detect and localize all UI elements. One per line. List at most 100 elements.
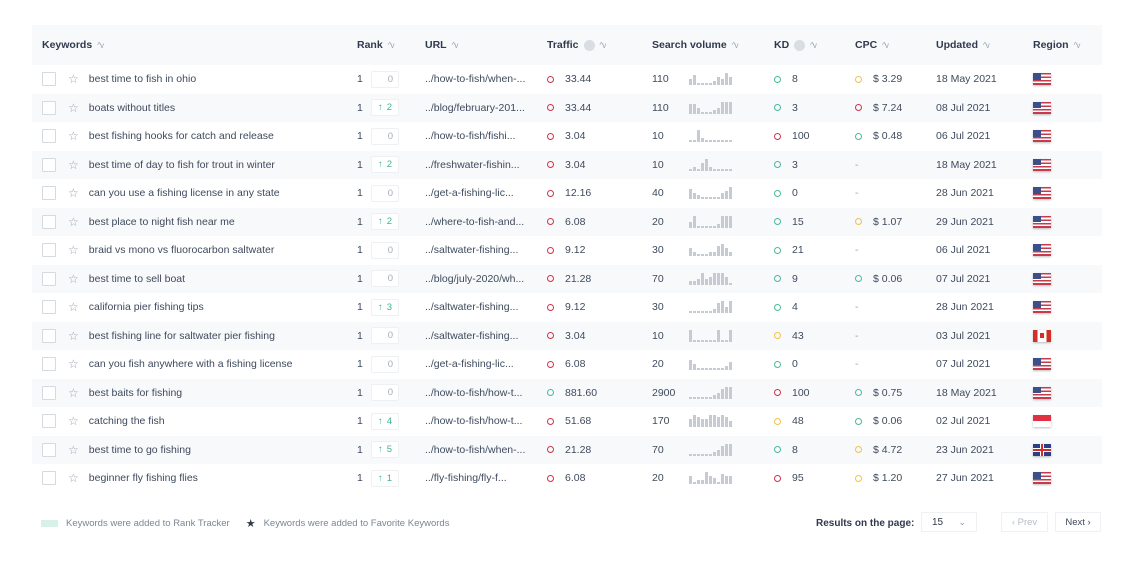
updated-date: 18 May 2021 <box>936 386 997 399</box>
column-header-updated[interactable]: Updated ^v <box>936 39 1033 51</box>
search-volume-value: 2900 <box>652 386 676 399</box>
row-checkbox[interactable] <box>42 357 56 372</box>
url-link[interactable]: ../get-a-fishing-lic... <box>425 187 547 199</box>
url-link[interactable]: ../get-a-fishing-lic... <box>425 358 547 370</box>
column-header-cpc[interactable]: CPC ^v <box>855 39 936 51</box>
star-outline-icon[interactable]: ☆ <box>68 102 79 114</box>
row-checkbox[interactable] <box>42 129 56 144</box>
url-link[interactable]: ../where-to-fish-and... <box>425 216 547 228</box>
row-checkbox[interactable] <box>42 271 56 286</box>
search-volume-value: 20 <box>652 215 664 228</box>
sort-icon[interactable]: ^v <box>732 41 739 50</box>
star-outline-icon[interactable]: ☆ <box>68 358 79 370</box>
sort-icon[interactable]: ^v <box>810 41 817 50</box>
url-link[interactable]: ../how-to-fish/when-... <box>425 444 547 456</box>
sort-icon[interactable]: ^v <box>983 41 990 50</box>
url-link[interactable]: ../saltwater-fishing... <box>425 244 547 256</box>
star-outline-icon[interactable]: ☆ <box>68 130 79 142</box>
star-outline-icon[interactable]: ☆ <box>68 73 79 85</box>
star-outline-icon[interactable]: ☆ <box>68 159 79 171</box>
url-link[interactable]: ../blog/february-201... <box>425 102 547 114</box>
column-header-keywords[interactable]: Keywords ^v <box>32 39 357 51</box>
keyword-text[interactable]: best fishing hooks for catch and release <box>89 130 274 142</box>
sparkline-bar <box>709 225 712 228</box>
keyword-text[interactable]: beginner fly fishing flies <box>89 472 198 484</box>
url-link[interactable]: ../how-to-fish/fishi... <box>425 130 547 142</box>
star-outline-icon[interactable]: ☆ <box>68 216 79 228</box>
row-checkbox[interactable] <box>42 186 56 201</box>
keyword-text[interactable]: best baits for fishing <box>89 387 182 399</box>
sort-icon[interactable]: ^v <box>97 41 104 50</box>
keyword-text[interactable]: can you use a fishing license in any sta… <box>89 187 280 199</box>
star-outline-icon[interactable]: ☆ <box>68 273 79 285</box>
sort-icon[interactable]: ^v <box>600 41 607 50</box>
url-link[interactable]: ../freshwater-fishin... <box>425 159 547 171</box>
star-outline-icon[interactable]: ☆ <box>68 244 79 256</box>
keyword-text[interactable]: california pier fishing tips <box>89 301 204 313</box>
row-checkbox[interactable] <box>42 214 56 229</box>
star-outline-icon[interactable]: ☆ <box>68 330 79 342</box>
row-checkbox[interactable] <box>42 72 56 87</box>
star-outline-icon[interactable]: ☆ <box>68 444 79 456</box>
sparkline-bar <box>725 339 728 342</box>
keyword-text[interactable]: braid vs mono vs fluorocarbon saltwater <box>89 244 275 256</box>
status-red-icon <box>547 246 554 254</box>
sparkline-bar <box>709 339 712 342</box>
row-checkbox[interactable] <box>42 100 56 115</box>
sparkline-bar <box>729 421 732 428</box>
info-icon[interactable] <box>794 39 806 51</box>
keyword-text[interactable]: best fishing line for saltwater pier fis… <box>89 330 275 342</box>
url-link[interactable]: ../saltwater-fishing... <box>425 301 547 313</box>
keyword-text[interactable]: best time to sell boat <box>89 273 185 285</box>
updated-date: 07 Jul 2021 <box>936 272 991 285</box>
keyword-text[interactable]: best place to night fish near me <box>89 216 235 228</box>
url-link[interactable]: ../blog/july-2020/wh... <box>425 273 547 285</box>
keyword-text[interactable]: best time of day to fish for trout in wi… <box>89 159 275 171</box>
row-checkbox[interactable] <box>42 471 56 486</box>
keyword-text[interactable]: best time to fish in ohio <box>89 73 196 85</box>
updated-date: 23 Jun 2021 <box>936 443 994 456</box>
url-link[interactable]: ../how-to-fish/how-t... <box>425 415 547 427</box>
column-header-kd[interactable]: KD ^v <box>774 39 855 51</box>
column-header-url[interactable]: URL ^v <box>425 39 547 51</box>
sparkline-bar <box>689 396 692 399</box>
url-link[interactable]: ../how-to-fish/when-... <box>425 73 547 85</box>
keyword-text[interactable]: can you fish anywhere with a fishing lic… <box>89 358 293 370</box>
row-checkbox[interactable] <box>42 328 56 343</box>
sort-icon[interactable]: ^v <box>1074 41 1081 50</box>
kd-cell: 0 <box>774 358 855 370</box>
url-link[interactable]: ../fly-fishing/fly-f... <box>425 472 547 484</box>
flag-us-icon <box>1033 244 1051 257</box>
column-header-traffic[interactable]: Traffic ^v <box>547 39 652 51</box>
column-header-search-volume[interactable]: Search volume ^v <box>652 39 774 51</box>
row-checkbox[interactable] <box>42 442 56 457</box>
sparkline-bar <box>717 168 720 171</box>
row-checkbox[interactable] <box>42 414 56 429</box>
star-outline-icon[interactable]: ☆ <box>68 387 79 399</box>
star-outline-icon[interactable]: ☆ <box>68 472 79 484</box>
star-outline-icon[interactable]: ☆ <box>68 187 79 199</box>
sort-icon[interactable]: ^v <box>452 41 459 50</box>
keyword-text[interactable]: catching the fish <box>89 415 165 427</box>
prev-page-button[interactable]: ‹ Prev <box>1001 512 1048 532</box>
row-checkbox[interactable] <box>42 300 56 315</box>
star-outline-icon[interactable]: ☆ <box>68 301 79 313</box>
results-per-page-select[interactable]: 15 ⌄ <box>921 512 977 532</box>
star-outline-icon[interactable]: ☆ <box>68 415 79 427</box>
column-header-region[interactable]: Region ^v <box>1033 39 1092 51</box>
url-link[interactable]: ../how-to-fish/how-t... <box>425 387 547 399</box>
traffic-cell: 6.08 <box>547 358 652 370</box>
search-volume-value: 30 <box>652 244 664 257</box>
row-checkbox[interactable] <box>42 243 56 258</box>
keyword-text[interactable]: best time to go fishing <box>89 444 191 456</box>
row-checkbox[interactable] <box>42 385 56 400</box>
row-checkbox[interactable] <box>42 157 56 172</box>
traffic-value: 21.28 <box>565 443 592 456</box>
url-link[interactable]: ../saltwater-fishing... <box>425 330 547 342</box>
info-icon[interactable] <box>583 39 595 51</box>
next-page-button[interactable]: Next › <box>1055 512 1101 532</box>
keyword-text[interactable]: boats without titles <box>89 102 175 114</box>
column-header-rank[interactable]: Rank ^v <box>357 39 425 51</box>
sort-icon[interactable]: ^v <box>388 41 395 50</box>
sort-icon[interactable]: ^v <box>882 41 889 50</box>
